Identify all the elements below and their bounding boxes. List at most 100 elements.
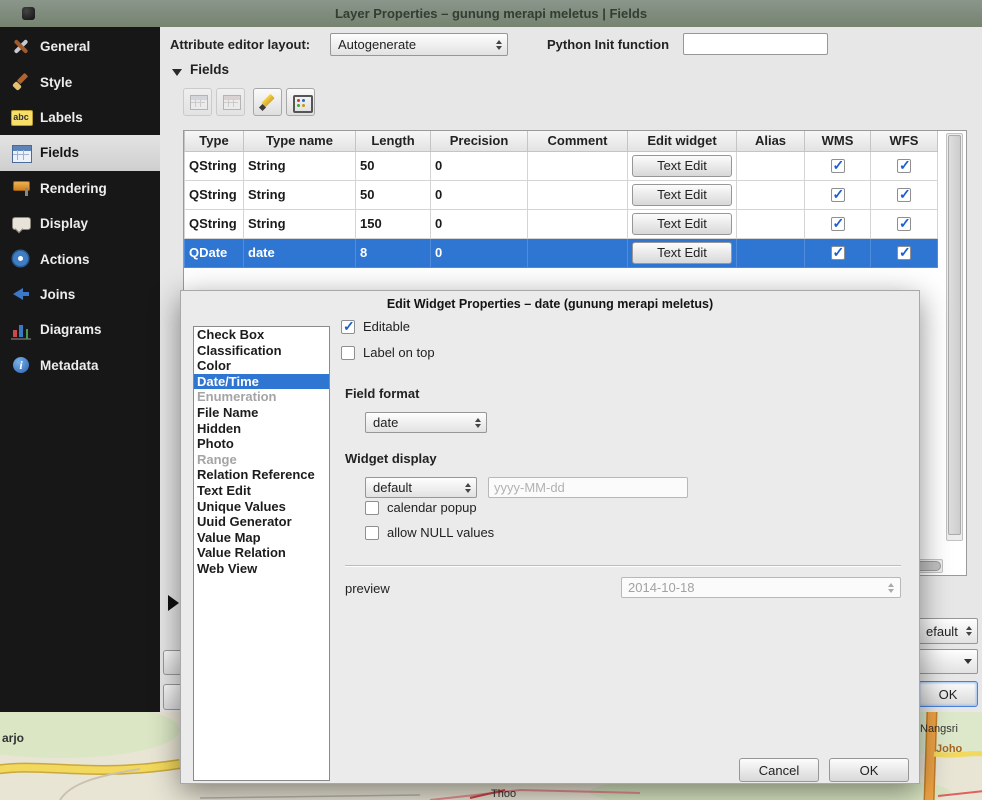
sidebar-item-actions[interactable]: Actions bbox=[0, 241, 160, 276]
paint-roller-icon bbox=[11, 178, 31, 198]
sidebar-item-labels[interactable]: Labels bbox=[0, 100, 160, 135]
checkbox-label: calendar popup bbox=[387, 500, 477, 515]
sidebar-item-label: Rendering bbox=[40, 181, 107, 196]
field-calculator-button[interactable] bbox=[286, 88, 315, 116]
column-header[interactable]: WMS bbox=[805, 131, 871, 151]
text-edit-button[interactable]: Text Edit bbox=[632, 242, 732, 264]
sidebar-item-display[interactable]: Display bbox=[0, 206, 160, 241]
scrollbar-thumb[interactable] bbox=[948, 135, 961, 535]
widget-type-item[interactable]: Check Box bbox=[194, 327, 329, 343]
widget-type-item[interactable]: Photo bbox=[194, 436, 329, 452]
sidebar-item-metadata[interactable]: Metadata bbox=[0, 348, 160, 383]
cancel-button[interactable]: Cancel bbox=[739, 758, 819, 782]
column-header[interactable]: Type bbox=[185, 131, 244, 151]
widget-type-item[interactable]: Value Map bbox=[194, 530, 329, 546]
background-dropdown[interactable] bbox=[918, 649, 978, 674]
editable-checkbox[interactable]: Editable bbox=[341, 319, 410, 334]
column-header[interactable]: Type name bbox=[244, 131, 356, 151]
new-column-button[interactable] bbox=[183, 88, 212, 116]
toggle-editing-button[interactable] bbox=[253, 88, 282, 116]
column-header[interactable]: WFS bbox=[871, 131, 938, 151]
sidebar-item-diagrams[interactable]: Diagrams bbox=[0, 312, 160, 347]
sidebar-item-rendering[interactable]: Rendering bbox=[0, 171, 160, 206]
python-init-input[interactable] bbox=[683, 33, 828, 55]
field-calculator-icon bbox=[291, 92, 311, 112]
cell-alias bbox=[737, 238, 805, 267]
preview-label: preview bbox=[345, 581, 390, 596]
text-edit-button[interactable]: Text Edit bbox=[632, 184, 732, 206]
wfs-checkbox[interactable] bbox=[897, 188, 911, 202]
cell-length: 8 bbox=[356, 238, 431, 267]
text-edit-button[interactable]: Text Edit bbox=[632, 155, 732, 177]
table-row[interactable]: QString String 150 0 Text Edit bbox=[185, 209, 938, 238]
window-titlebar[interactable]: Layer Properties – gunung merapi meletus… bbox=[0, 0, 982, 27]
layer-properties-ok-button[interactable]: OK bbox=[918, 681, 978, 707]
collapse-arrow-icon[interactable] bbox=[172, 69, 182, 76]
column-header[interactable]: Precision bbox=[431, 131, 528, 151]
display-format-input[interactable] bbox=[488, 477, 688, 498]
fields-section-title: Fields bbox=[190, 62, 229, 77]
wfs-checkbox[interactable] bbox=[897, 217, 911, 231]
abc-label-icon bbox=[11, 107, 31, 127]
widget-type-list[interactable]: Check Box Classification Color Date/Time… bbox=[193, 326, 330, 781]
attribute-editor-layout-select[interactable]: Autogenerate bbox=[330, 33, 508, 56]
map-place-label: arjo bbox=[2, 731, 24, 745]
text-edit-button[interactable]: Text Edit bbox=[632, 213, 732, 235]
column-header[interactable]: Edit widget bbox=[628, 131, 737, 151]
sidebar-item-style[interactable]: Style bbox=[0, 64, 160, 99]
column-header[interactable]: Length bbox=[356, 131, 431, 151]
table-row[interactable]: QString String 50 0 Text Edit bbox=[185, 151, 938, 180]
wms-checkbox[interactable] bbox=[831, 246, 845, 260]
table-header-row: Type Type name Length Precision Comment … bbox=[185, 131, 938, 151]
sidebar-item-label: Display bbox=[40, 216, 88, 231]
wms-checkbox[interactable] bbox=[831, 159, 845, 173]
expand-arrow-icon[interactable] bbox=[168, 595, 179, 611]
checkbox-box[interactable] bbox=[365, 501, 379, 515]
widget-type-item[interactable]: Text Edit bbox=[194, 483, 329, 499]
widget-type-item[interactable]: File Name bbox=[194, 405, 329, 421]
widget-type-item-selected[interactable]: Date/Time bbox=[194, 374, 329, 390]
partial-widget[interactable] bbox=[163, 684, 180, 710]
vertical-scrollbar[interactable] bbox=[946, 133, 963, 541]
widget-type-item[interactable]: Unique Values bbox=[194, 499, 329, 515]
sidebar-item-label: Fields bbox=[40, 145, 79, 160]
field-format-select[interactable]: date bbox=[365, 412, 487, 433]
tools-icon bbox=[11, 37, 31, 57]
table-row[interactable]: QString String 50 0 Text Edit bbox=[185, 180, 938, 209]
sidebar-item-joins[interactable]: Joins bbox=[0, 277, 160, 312]
widget-type-item[interactable]: Value Relation bbox=[194, 545, 329, 561]
display-style-select[interactable]: default bbox=[365, 477, 477, 498]
checkbox-box[interactable] bbox=[365, 526, 379, 540]
column-header[interactable]: Comment bbox=[528, 131, 628, 151]
wfs-checkbox[interactable] bbox=[897, 246, 911, 260]
checkbox-box[interactable] bbox=[341, 320, 355, 334]
widget-type-item[interactable]: Uuid Generator bbox=[194, 514, 329, 530]
ok-button[interactable]: OK bbox=[829, 758, 909, 782]
delete-column-icon bbox=[221, 92, 241, 112]
calendar-popup-checkbox[interactable]: calendar popup bbox=[365, 500, 477, 515]
column-header[interactable]: Alias bbox=[737, 131, 805, 151]
cell-precision: 0 bbox=[431, 180, 528, 209]
wfs-checkbox[interactable] bbox=[897, 159, 911, 173]
style-default-select[interactable]: efault bbox=[918, 618, 978, 644]
widget-type-item[interactable]: Relation Reference bbox=[194, 467, 329, 483]
wms-checkbox[interactable] bbox=[831, 217, 845, 231]
sidebar-item-general[interactable]: General bbox=[0, 29, 160, 64]
widget-type-item[interactable]: Color bbox=[194, 358, 329, 374]
speech-bubble-icon bbox=[11, 214, 31, 234]
cell-length: 50 bbox=[356, 151, 431, 180]
wms-checkbox[interactable] bbox=[831, 188, 845, 202]
widget-type-item[interactable]: Web View bbox=[194, 561, 329, 577]
checkbox-box[interactable] bbox=[341, 346, 355, 360]
cell-comment bbox=[528, 209, 628, 238]
preview-value: 2014-10-18 bbox=[628, 580, 882, 595]
allow-null-checkbox[interactable]: allow NULL values bbox=[365, 525, 494, 540]
partial-widget[interactable] bbox=[163, 650, 180, 675]
combo-value: date bbox=[373, 415, 469, 430]
delete-column-button[interactable] bbox=[216, 88, 245, 116]
widget-type-item[interactable]: Hidden bbox=[194, 421, 329, 437]
widget-type-item[interactable]: Classification bbox=[194, 343, 329, 359]
table-row-selected[interactable]: QDate date 8 0 Text Edit bbox=[185, 238, 938, 267]
sidebar-item-fields[interactable]: Fields bbox=[0, 135, 160, 170]
label-on-top-checkbox[interactable]: Label on top bbox=[341, 345, 435, 360]
